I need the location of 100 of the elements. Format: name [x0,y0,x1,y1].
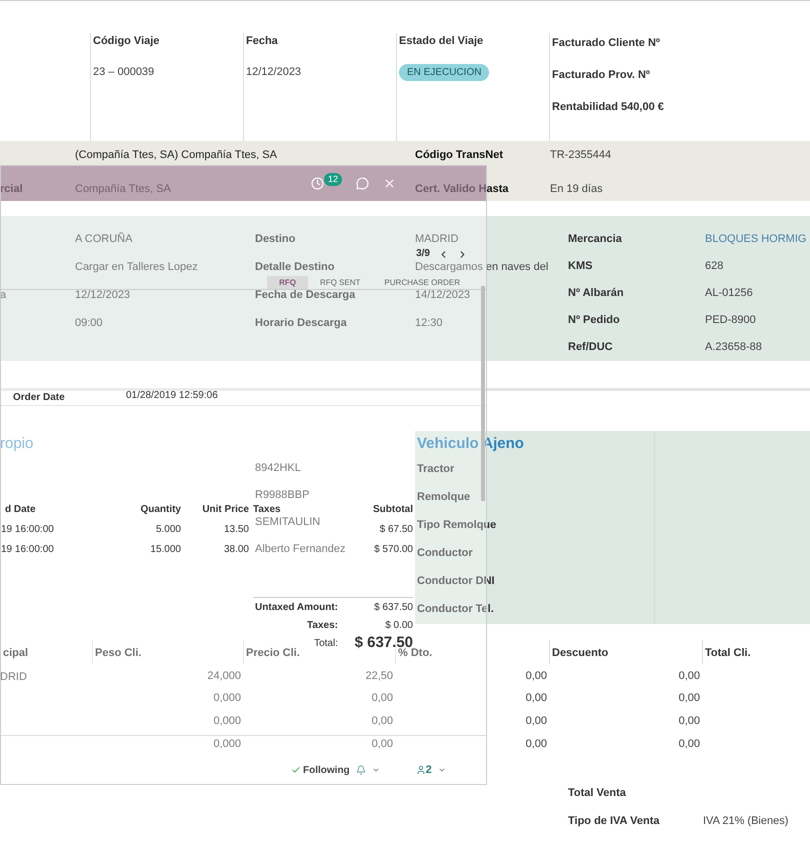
table-cell-text: 0,00 [678,714,700,730]
field-value: AL-01256 [705,286,753,298]
field-value: En 19 días [550,183,603,195]
table-cell-text: 0,00 [678,668,700,684]
field-value: Alberto Fernandez [255,542,346,558]
field-label: Fecha de Descarga [255,289,356,301]
check-icon [291,765,301,776]
table-cell-text: 13.50 [224,522,249,536]
field-label: Conductor DNI [417,574,495,589]
bell-icon[interactable] [356,765,366,776]
pager-counter: 3/9 [416,248,430,260]
table-cell-text: 38.00 [224,542,249,556]
column-header: Peso Cli. [95,647,142,659]
table-cell-text: 0,00 [526,668,547,684]
user-icon [416,765,426,776]
table-cell-text: 24,000 [207,668,241,684]
field-label: Rentabilidad 540,00 € [552,100,665,115]
total-value: $ 0.00 [385,618,413,632]
table-cell-text: $ 67.50 [380,522,413,536]
field-label: Horario Descarga [255,317,347,329]
field-label: rcial [0,183,23,195]
table-cell-text: 0,000 [213,691,241,706]
table-cell-text: 0,00 [526,691,547,706]
table-cell: DRID [0,671,27,683]
field-label: Destino [255,233,296,245]
field-value: 12:30 [415,317,443,329]
total-value: $ 637.50 [374,600,413,614]
status-stage[interactable]: RFQ SENT [308,276,372,289]
section-title: ropio [0,434,34,454]
field-value: A.23658-88 [705,340,762,352]
field-link[interactable]: BLOQUES HORMIG [705,232,806,244]
table-cell-text: 0,00 [526,714,547,730]
field-label: Order Date [13,392,65,402]
total-label: Total: [314,636,338,650]
table-cell-text: 0,000 [213,737,241,752]
field-value: PED-8900 [705,314,756,326]
field-value: (Compañía Ttes, SA) Compañía Ttes, SA [75,149,277,161]
field-value: 23 – 000039 [93,64,156,80]
field-label: Ref/DUC [568,340,613,352]
table-cell-text: 0,00 [372,691,393,706]
status-stage[interactable]: PURCHASE ORDER [372,276,472,289]
status-badge: EN EJECUCION [399,64,490,80]
field-value: 01/28/2019 12:59:06 [126,389,218,403]
column-header: d Date [5,502,36,516]
table-cell-text: 22,50 [365,668,393,684]
field-label: Mercancia [568,232,622,244]
field-label: KMS [568,260,592,272]
column-header: Precio Cli. [246,647,300,659]
table-cell-text: 0,00 [372,737,393,752]
total-label: Taxes: [307,618,338,632]
field-value: R9988BBP [255,488,310,504]
column-header: Quantity [140,502,181,516]
column-header: cipal [3,647,28,659]
field-label: Facturado Prov. Nº [552,68,651,83]
field-value: 14/12/2023 [415,289,470,301]
field-value: MADRID [415,233,458,245]
table-cell-text: 0,00 [372,714,393,730]
status-stage[interactable]: RFQ [267,276,308,289]
field-value: TR-2355444 [550,149,612,161]
field-label: Nº Pedido [568,314,620,326]
field-label: Detalle Destino [255,261,334,273]
field-label: Conductor [417,546,473,561]
field-value: A CORUÑA [75,233,132,245]
field-label: Tipo Remolque [417,518,496,533]
field-value: 12/12/2023 [246,64,302,80]
table-cell-text: $ 570.00 [374,542,413,556]
table-cell-text: 0,00 [678,691,700,706]
field-label: Código TransNet [415,149,504,161]
total-label: Untaxed Amount: [255,600,338,614]
field-label: Estado del Viaje [399,34,484,49]
field-label: Total Venta [568,787,626,799]
table-cell-text: 0,00 [678,737,700,752]
field-value: 09:00 [75,317,103,329]
table-cell-text: 15.000 [150,542,181,556]
table-cell-text: 0,000 [213,714,241,730]
field-value: SEMITAULIN [255,515,320,530]
table-cell-text: 0,00 [526,737,547,752]
field-value: IVA 21% (Bienes) [703,815,788,827]
field-value: 12/12/2023 [75,289,130,301]
field-label: Nº Albarán [568,286,624,298]
field-label: Código Viaje [93,34,160,49]
following-button[interactable]: Following [291,762,350,778]
field-value: 8942HKL [255,461,301,476]
table-cell-text: 19 16:00:00 [1,522,55,536]
field-label: Tractor [417,462,454,477]
table-cell-text: 5.000 [156,522,181,536]
column-header: Total Cli. [705,647,751,659]
column-header: Taxes [253,502,281,516]
followers-button[interactable]: 2 [416,762,432,778]
field-label: Facturado Cliente Nº [552,36,661,51]
column-header: Descuento [552,647,608,659]
field-label: Fecha [246,34,279,49]
column-header: % Dto. [398,647,432,659]
column-header: Unit Price [202,502,249,516]
table-cell-text: 19 16:00:00 [1,542,55,556]
column-header: Subtotal [373,502,413,516]
field-value: 628 [705,260,724,272]
field-label: Tipo de IVA Venta [568,815,660,827]
field-label: Cert. Valido Hasta [415,183,509,195]
field-label: Remolque [417,490,470,505]
